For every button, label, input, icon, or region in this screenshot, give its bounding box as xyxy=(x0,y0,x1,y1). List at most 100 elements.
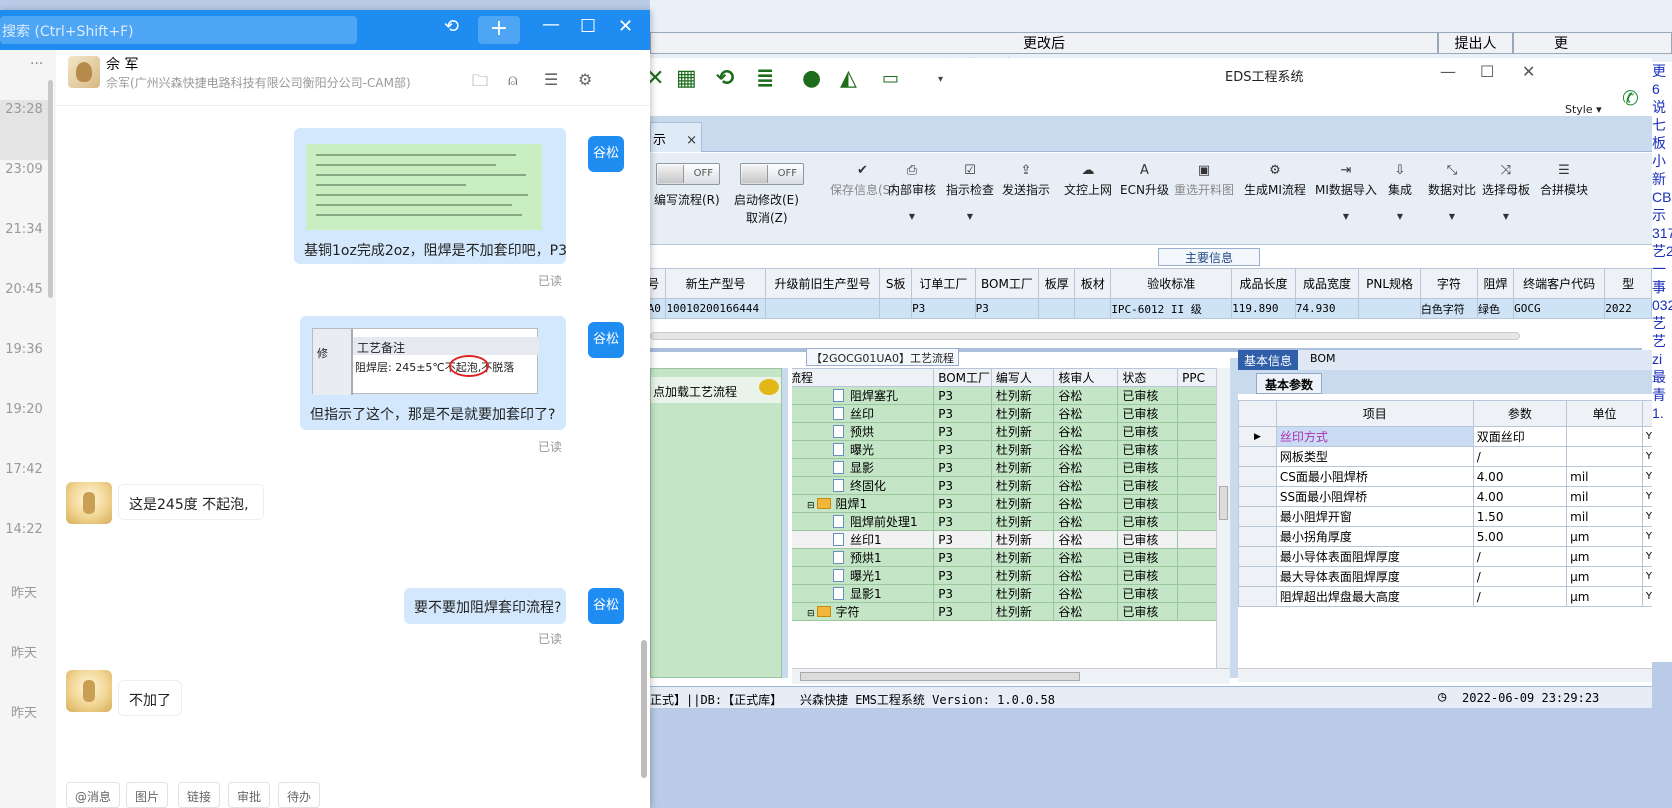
column-header[interactable]: 阻焊 xyxy=(1477,268,1515,299)
column-header[interactable]: PPC xyxy=(1177,368,1216,387)
dropdown-arrow-icon[interactable]: ▼ xyxy=(1428,212,1476,221)
ribbon-button[interactable]: ⚙ 生成MI流程 xyxy=(1244,163,1306,198)
add-user-icon[interactable]: ⍝ xyxy=(508,70,518,90)
param-value[interactable]: 4.00 xyxy=(1472,486,1568,507)
toggle-start-modify[interactable]: OFF xyxy=(740,163,804,185)
ribbon-button[interactable]: ⇥ MI数据导入 ▼ xyxy=(1315,163,1377,221)
param-row[interactable]: 最小拐角厚度 5.00 μm Y xyxy=(1238,526,1652,547)
close-button[interactable]: ✕ xyxy=(618,16,633,37)
tree-node[interactable]: 终固化 xyxy=(792,476,935,495)
message-bubble[interactable]: 基铜1oz完成2oz，阻焊是不加套印吧，P3 xyxy=(294,128,567,264)
tree-node[interactable]: 预烘1 xyxy=(792,548,935,567)
tree-row[interactable]: ⊟ 字符 P3 杜列新 谷松 已审核 xyxy=(792,602,1216,621)
table-cell[interactable] xyxy=(1074,298,1112,319)
table-cell[interactable] xyxy=(879,298,913,319)
search-input[interactable]: 搜索 (Ctrl+Shift+F) xyxy=(0,16,357,44)
message-image[interactable]: 修 工艺备注 阻焊层: 245±5℃不起泡,不脱落 xyxy=(312,328,539,395)
row-selector[interactable] xyxy=(1238,446,1277,467)
conversation-time[interactable]: 昨天 xyxy=(0,582,48,601)
tab-close-icon[interactable]: × xyxy=(686,133,697,148)
toolbar-user-icon[interactable]: ● xyxy=(802,66,821,91)
column-header[interactable]: 编写人 xyxy=(990,368,1055,387)
row-selector[interactable] xyxy=(1238,586,1277,607)
tree-vscrollbar[interactable] xyxy=(1216,368,1230,668)
tree-row[interactable]: 显影 P3 杜列新 谷松 已审核 xyxy=(792,458,1216,477)
tree-row[interactable]: 曝光1 P3 杜列新 谷松 已审核 xyxy=(792,566,1216,585)
message-bubble[interactable]: 这是245度 不起泡, xyxy=(118,484,264,520)
conversation-time[interactable]: 20:45 xyxy=(0,282,48,297)
column-header[interactable]: 核审人 xyxy=(1053,368,1119,387)
param-row[interactable]: 网板类型 / Y xyxy=(1238,446,1652,467)
param-row[interactable]: 最小导体表面阻焊厚度 / μm Y xyxy=(1238,546,1652,567)
tree-node[interactable]: 丝印 xyxy=(792,404,935,423)
column-header[interactable]: 项目 xyxy=(1275,400,1474,427)
column-header[interactable]: PNL规格 xyxy=(1358,268,1421,299)
ribbon-button[interactable]: A ECN升级 xyxy=(1120,163,1169,198)
param-value[interactable]: 4.00 xyxy=(1472,466,1568,487)
cancel-button[interactable]: 取消(Z) xyxy=(746,209,788,226)
tree-hscrollbar[interactable] xyxy=(792,668,1230,684)
column-header[interactable]: 终端客户代码 xyxy=(1513,268,1606,299)
column-header[interactable]: 成品宽度 xyxy=(1294,268,1360,299)
ribbon-button[interactable]: ✔ 保存信息(S) xyxy=(830,163,895,198)
dropdown-arrow-icon[interactable]: ▼ xyxy=(1388,212,1412,221)
search-history-icon[interactable]: ☰ xyxy=(544,70,558,89)
tree-row[interactable]: 阻焊前处理1 P3 杜列新 谷松 已审核 xyxy=(792,512,1216,531)
tree-node[interactable]: ⊟ 阻焊1 xyxy=(792,494,935,513)
tree-hscroll-thumb[interactable] xyxy=(800,672,1080,681)
column-header-proposer[interactable]: 提出人 xyxy=(1438,32,1513,54)
dropdown-arrow-icon[interactable]: ▼ xyxy=(946,212,994,221)
param-row[interactable]: 阻焊超出焊盘最大高度 / μm Y xyxy=(1238,586,1652,607)
param-row[interactable]: 最小阻焊开窗 1.50 mil Y xyxy=(1238,506,1652,527)
history-icon[interactable]: ⟲ xyxy=(444,16,459,37)
row-selector[interactable] xyxy=(1238,466,1277,487)
column-header[interactable]: S板 xyxy=(879,268,913,299)
phone-icon[interactable]: ✆ xyxy=(1622,86,1639,110)
ribbon-button[interactable]: ☰ 合拼模块 xyxy=(1540,163,1588,198)
row-selector[interactable] xyxy=(1238,566,1277,587)
param-value[interactable]: 5.00 xyxy=(1472,526,1568,547)
tree-row[interactable]: 曝光 P3 杜列新 谷松 已审核 xyxy=(792,440,1216,459)
tree-node[interactable]: ⊟ 字符 xyxy=(792,602,935,621)
table-cell[interactable] xyxy=(1038,298,1076,319)
style-menu[interactable]: Style ▾ xyxy=(1565,103,1602,116)
more-icon[interactable]: ··· xyxy=(30,56,43,72)
load-process-link[interactable]: 点加载工艺流程 xyxy=(651,377,781,403)
table-cell[interactable]: IPC-6012 II 级 xyxy=(1110,298,1233,319)
table-cell[interactable]: 119.890 xyxy=(1231,298,1296,319)
ribbon-button[interactable]: ☁ 文控上网 xyxy=(1064,163,1112,198)
dropdown-arrow-icon[interactable]: ▼ xyxy=(1482,212,1530,221)
contact-avatar[interactable] xyxy=(66,670,112,712)
table-cell[interactable]: 2022 xyxy=(1604,298,1652,319)
toggle-write-process[interactable]: OFF xyxy=(656,163,720,185)
input-action-button[interactable]: @消息 xyxy=(66,782,121,808)
table-cell[interactable]: 白色字符 xyxy=(1419,298,1479,319)
column-header[interactable]: 板材 xyxy=(1074,268,1112,299)
param-row[interactable]: ▶ 丝印方式 双面丝印 Y xyxy=(1238,426,1652,447)
tab-basic-params[interactable]: 基本参数 xyxy=(1256,373,1323,394)
dropdown-arrow-icon[interactable]: ▼ xyxy=(888,212,936,221)
toolbar-list-icon[interactable]: ≣ xyxy=(756,66,774,91)
chat-scrollbar[interactable] xyxy=(641,640,647,778)
conversation-time[interactable]: 21:34 xyxy=(0,222,48,237)
params-hscrollbar[interactable] xyxy=(1238,668,1652,682)
toolbar-dropdown-icon[interactable]: ▾ xyxy=(938,74,943,85)
tree-row[interactable]: 显影1 P3 杜列新 谷松 已审核 xyxy=(792,584,1216,603)
param-value[interactable]: / xyxy=(1472,586,1568,607)
tree-scroll-thumb[interactable] xyxy=(1219,486,1228,520)
maximize-button[interactable]: ☐ xyxy=(580,16,596,37)
ribbon-button[interactable]: ⇪ 发送指示 xyxy=(1002,163,1050,198)
tree-node[interactable]: 曝光 xyxy=(792,440,935,459)
self-avatar[interactable]: 谷松 xyxy=(588,322,624,358)
input-action-button[interactable]: 审批 xyxy=(228,782,271,808)
toolbar-refresh-icon[interactable]: ⟲ xyxy=(716,66,734,91)
self-avatar[interactable]: 谷松 xyxy=(588,136,624,172)
column-header[interactable]: 成品长度 xyxy=(1231,268,1296,299)
input-action-button[interactable]: 待办 xyxy=(278,782,321,808)
message-bubble[interactable]: 修 工艺备注 阻焊层: 245±5℃不起泡,不脱落 但指示了这个，那是不是就要加… xyxy=(300,316,566,430)
column-header[interactable]: 流程 xyxy=(792,368,935,387)
ribbon-button[interactable]: ⤡ 数据对比 ▼ xyxy=(1428,163,1476,221)
eds-minimize-button[interactable]: — xyxy=(1440,62,1456,81)
table-cell[interactable]: 74.930 xyxy=(1294,298,1360,319)
message-image[interactable] xyxy=(306,144,542,230)
